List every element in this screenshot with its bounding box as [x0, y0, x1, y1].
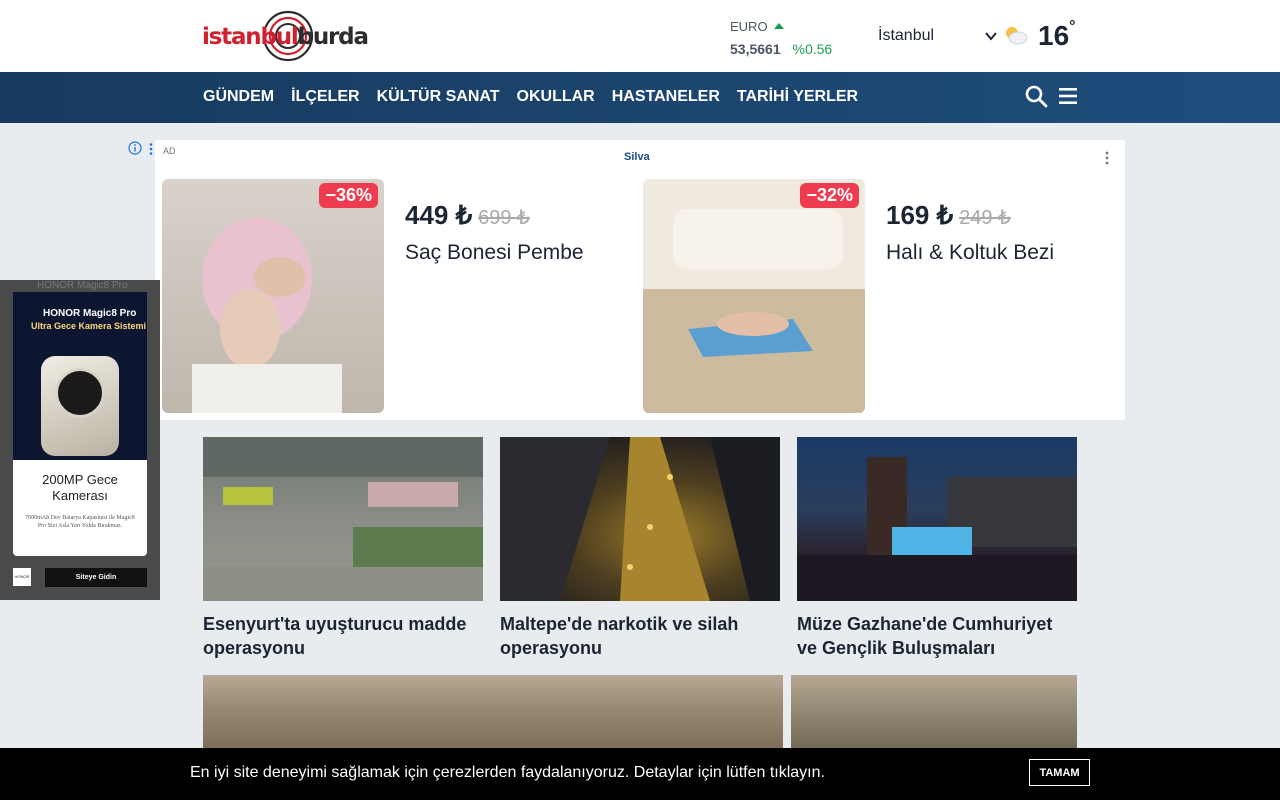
honor-logo: HONOR — [13, 568, 31, 586]
nav-item-tarihi-yerler[interactable]: TARİHİ YERLER — [737, 88, 858, 106]
currency-change: %0.56 — [792, 41, 833, 57]
search-icon[interactable] — [1024, 84, 1048, 108]
currency-label: EURO — [730, 19, 768, 34]
price-old: 249 ₺ — [959, 207, 1011, 229]
cloth-product-image — [643, 179, 865, 413]
phone-image — [41, 356, 119, 456]
side-ad-card: 200MP Gece Kamerası 7000mAh Dev Batarya … — [13, 460, 147, 556]
nav-item-gundem[interactable]: GÜNDEM — [203, 88, 274, 106]
product-name: Saç Bonesi Pembe — [405, 241, 584, 264]
hamburger-menu-icon[interactable] — [1058, 86, 1078, 106]
more-vertical-icon[interactable] — [1103, 150, 1111, 166]
ad-product-image[interactable]: −32% — [643, 179, 865, 413]
news-image-large[interactable] — [203, 675, 783, 755]
side-ad-hero: HONOR Magic8 Pro Ultra Gece Kamera Siste… — [13, 292, 147, 460]
nav-item-hastaneler[interactable]: HASTANELER — [612, 88, 720, 106]
temperature: 16° — [1038, 18, 1076, 52]
logo-text: istanbulburda — [202, 24, 369, 50]
product-price: 169 ₺ 249 ₺ — [886, 200, 1054, 231]
camera-icon — [55, 368, 105, 418]
news-card[interactable]: Maltepe'de narkotik ve silah operasyonu — [500, 437, 780, 660]
site-logo[interactable]: istanbulburda — [202, 10, 369, 62]
temperature-value: 16 — [1038, 20, 1070, 51]
arrow-up-icon — [773, 23, 784, 29]
chevron-down-icon[interactable] — [984, 29, 998, 43]
logo-text-istanbul: istanbul — [202, 24, 299, 50]
ad-banner[interactable]: AD Silva −36% 449 ₺ 699 ₺ Saç Bonesi Pemb… — [155, 140, 1125, 420]
bonnet-product-image — [192, 217, 342, 413]
ad-tag: AD — [163, 146, 176, 156]
side-ad-subtitle: Ultra Gece Kamera Sistemi — [31, 321, 147, 331]
news-image[interactable] — [797, 437, 1077, 601]
nav-item-kultur-sanat[interactable]: KÜLTÜR SANAT — [377, 88, 500, 106]
ad-info-icon[interactable] — [128, 141, 142, 155]
currency-widget: EURO 53,5661 %0.56 — [730, 18, 832, 57]
nav-item-ilceler[interactable]: İLÇELER — [291, 88, 359, 106]
news-image[interactable] — [203, 437, 483, 601]
news-title[interactable]: Esenyurt'ta uyuşturucu madde operasyonu — [203, 612, 483, 660]
news-card[interactable]: Esenyurt'ta uyuşturucu madde operasyonu — [203, 437, 483, 660]
news-image[interactable] — [791, 675, 1077, 755]
side-ad-top-text: HONOR Magic8 Pro — [37, 280, 128, 291]
site-header: istanbulburda EURO 53,5661 %0.56 İstanbu… — [0, 0, 1280, 72]
ad-product-image[interactable]: −36% — [162, 179, 384, 413]
side-ad-cta-button[interactable]: Siteye Gidin — [45, 568, 147, 587]
news-card[interactable]: Müze Gazhane'de Cumhuriyet ve Gençlik Bu… — [797, 437, 1077, 660]
cookie-text[interactable]: En iyi site deneyimi sağlamak için çerez… — [190, 764, 825, 782]
cookie-accept-button[interactable]: TAMAM — [1029, 759, 1090, 786]
price-current: 449 ₺ — [405, 200, 473, 230]
discount-badge: −36% — [319, 183, 378, 208]
news-title[interactable]: Maltepe'de narkotik ve silah operasyonu — [500, 612, 780, 660]
temperature-unit: ° — [1069, 18, 1076, 35]
city-selector-label[interactable]: İstanbul — [878, 27, 934, 45]
discount-badge: −32% — [800, 183, 859, 208]
nav-item-okullar[interactable]: OKULLAR — [517, 88, 595, 106]
product-name: Halı & Koltuk Bezi — [886, 241, 1055, 264]
news-image[interactable] — [500, 437, 780, 601]
side-ad-description: 7000mAh Dev Batarya Kapasitesi ile Magic… — [25, 515, 135, 529]
cookie-banner: En iyi site deneyimi sağlamak için çerez… — [0, 748, 1280, 800]
ad-product-info[interactable]: 449 ₺ 699 ₺ Saç Bonesi Pembe — [405, 200, 584, 265]
ad-brand[interactable]: Silva — [624, 151, 650, 163]
ad-product-info[interactable]: 169 ₺ 249 ₺ Halı & Koltuk Bezi — [886, 200, 1054, 265]
nav-items: GÜNDEM İLÇELER KÜLTÜR SANAT OKULLAR HAST… — [203, 88, 875, 106]
price-old: 699 ₺ — [478, 207, 530, 229]
logo-text-burda: burda — [297, 24, 369, 50]
main-nav: GÜNDEM İLÇELER KÜLTÜR SANAT OKULLAR HAST… — [0, 72, 1280, 123]
product-price: 449 ₺ 699 ₺ — [405, 200, 584, 231]
currency-value: 53,5661 — [730, 41, 781, 57]
price-current: 169 ₺ — [886, 200, 954, 230]
side-ad[interactable]: HONOR Magic8 Pro HONOR Magic8 Pro Ultra … — [0, 280, 160, 600]
partly-cloudy-icon — [1006, 27, 1028, 45]
side-ad-title: 200MP Gece Kamerası — [42, 472, 118, 503]
news-title[interactable]: Müze Gazhane'de Cumhuriyet ve Gençlik Bu… — [797, 612, 1077, 660]
side-ad-brand: HONOR Magic8 Pro — [43, 308, 137, 319]
